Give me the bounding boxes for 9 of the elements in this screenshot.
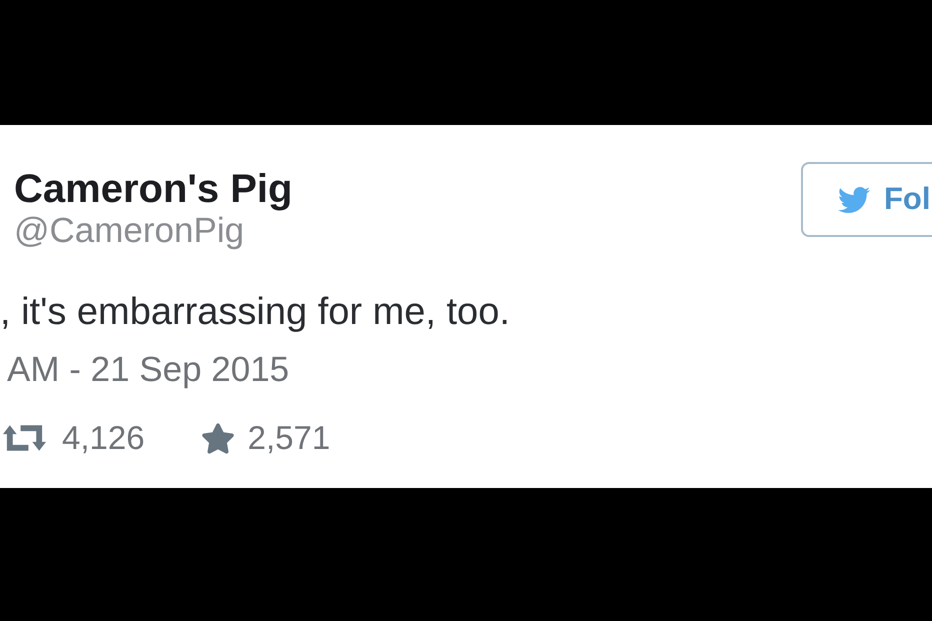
- tweet-text: , it's embarrassing for me, too.: [0, 291, 511, 333]
- tweet-timestamp[interactable]: AM - 21 Sep 2015: [0, 350, 932, 390]
- follow-button[interactable]: Fol: [801, 162, 932, 237]
- author-handle[interactable]: @CameronPig: [14, 211, 292, 251]
- repeat-arrows-icon[interactable]: [3, 425, 46, 451]
- stat-count: 2,571: [248, 419, 330, 457]
- star-icon[interactable]: [200, 422, 235, 454]
- stat-count: 4,126: [62, 419, 145, 457]
- author-name[interactable]: Cameron's Pig: [14, 167, 292, 211]
